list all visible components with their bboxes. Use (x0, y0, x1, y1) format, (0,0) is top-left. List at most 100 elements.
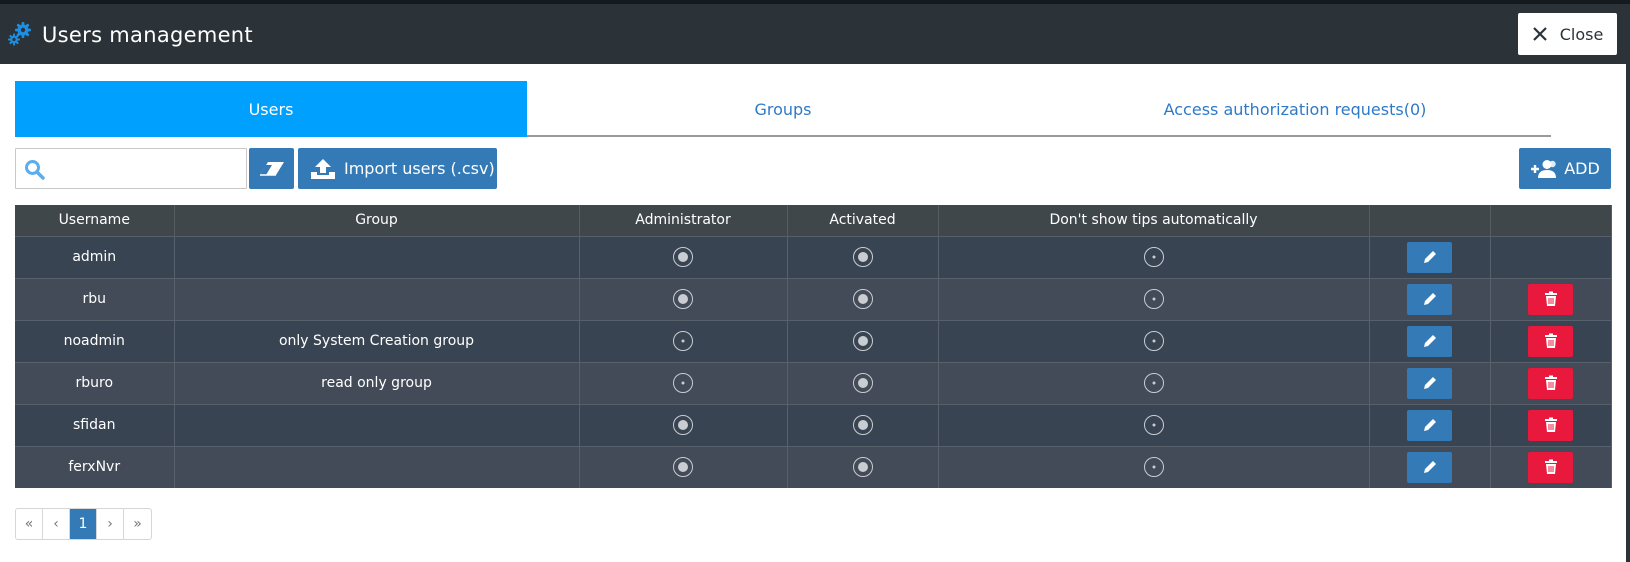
cell-administrator (579, 361, 788, 404)
activated-radio[interactable] (852, 415, 873, 435)
cell-group (174, 445, 580, 488)
edit-user-button[interactable] (1407, 451, 1452, 483)
administrator-radio[interactable] (673, 415, 693, 435)
radio-dot (678, 420, 688, 430)
radio-dot (1152, 381, 1155, 385)
gears-icon (8, 22, 31, 46)
activated-radio[interactable] (852, 331, 873, 351)
upload-icon (311, 158, 335, 179)
radio-dot (1152, 297, 1155, 301)
column-header-group[interactable]: Group (174, 205, 580, 236)
clear-search-button[interactable] (249, 148, 294, 189)
search-icon (25, 160, 45, 180)
search-input[interactable] (52, 155, 242, 183)
cell-activated (787, 445, 939, 488)
delete-user-button[interactable] (1528, 451, 1573, 483)
close-icon (1532, 27, 1547, 41)
cell-edit (1369, 235, 1491, 278)
table-row: sfidan (15, 403, 1612, 446)
edit-user-button[interactable] (1407, 283, 1452, 315)
radio-dot (857, 420, 868, 430)
page-1-button[interactable]: 1 (70, 509, 97, 539)
cell-username: ferxNvr (15, 445, 175, 488)
dont-show-tips-radio[interactable] (1143, 331, 1164, 351)
column-header-username[interactable]: Username (15, 205, 175, 236)
radio-dot (857, 462, 868, 473)
cell-delete (1490, 235, 1612, 278)
radio-dot (678, 462, 688, 473)
add-user-button[interactable]: ADD (1519, 148, 1611, 189)
tab-bar: Users Groups Access authorization reques… (15, 81, 1611, 137)
table-row: noadmin only System Creation group (15, 319, 1612, 362)
pagination: « ‹ 1 › » (15, 508, 152, 540)
pencil-icon (1423, 461, 1436, 474)
activated-radio[interactable] (852, 247, 873, 267)
users-management-modal: Users management Close Users Groups Acce… (0, 0, 1630, 562)
trash-icon (1544, 375, 1557, 390)
cell-delete (1490, 445, 1612, 488)
cell-administrator (579, 403, 788, 446)
delete-user-button[interactable] (1528, 409, 1573, 441)
cell-username: noadmin (15, 319, 175, 362)
cell-administrator (579, 319, 788, 362)
tab-groups[interactable]: Groups (527, 81, 1039, 137)
users-table: Username Group Administrator Activated D… (15, 205, 1612, 488)
cell-dont-show-tips (938, 319, 1370, 362)
edit-user-button[interactable] (1407, 367, 1452, 399)
cell-dont-show-tips (938, 235, 1370, 278)
activated-radio[interactable] (852, 457, 873, 478)
cell-activated (787, 235, 939, 278)
delete-user-button[interactable] (1528, 325, 1573, 357)
tab-users[interactable]: Users (15, 81, 527, 137)
administrator-radio[interactable] (673, 457, 693, 478)
column-header-activated[interactable]: Activated (787, 205, 939, 236)
cell-delete (1490, 403, 1612, 446)
cell-administrator (579, 277, 788, 320)
dont-show-tips-radio[interactable] (1143, 415, 1164, 435)
administrator-radio[interactable] (673, 289, 693, 309)
edit-user-button[interactable] (1407, 409, 1452, 441)
cell-edit (1369, 277, 1491, 320)
tab-label: Groups (754, 99, 812, 119)
cell-group: only System Creation group (174, 319, 580, 362)
next-page-button[interactable]: › (97, 509, 124, 539)
pencil-icon (1423, 335, 1436, 347)
tab-label: Users (248, 99, 294, 119)
trash-icon (1544, 291, 1557, 306)
activated-radio[interactable] (852, 289, 873, 309)
last-page-button[interactable]: » (124, 509, 151, 539)
prev-page-button[interactable]: ‹ (43, 509, 70, 539)
administrator-radio[interactable] (673, 373, 693, 393)
delete-user-button[interactable] (1528, 367, 1573, 399)
administrator-radio[interactable] (673, 331, 693, 351)
cell-edit (1369, 319, 1491, 362)
import-users-button[interactable]: Import users (.csv) (298, 148, 497, 189)
first-page-button[interactable]: « (16, 509, 43, 539)
edit-user-button[interactable] (1407, 325, 1452, 357)
cell-edit (1369, 361, 1491, 404)
activated-radio[interactable] (852, 373, 873, 393)
dont-show-tips-radio[interactable] (1143, 457, 1164, 478)
tab-access-requests[interactable]: Access authorization requests(0) (1039, 81, 1551, 137)
import-label: Import users (.csv) (344, 159, 495, 178)
cell-activated (787, 403, 939, 446)
tab-underline (527, 135, 1039, 137)
cell-group (174, 403, 580, 446)
cell-administrator (579, 235, 788, 278)
dont-show-tips-radio[interactable] (1143, 289, 1164, 309)
column-header-delete (1490, 205, 1612, 236)
cell-group (174, 235, 580, 278)
cell-activated (787, 319, 939, 362)
cell-username: sfidan (15, 403, 175, 446)
cell-dont-show-tips (938, 445, 1370, 488)
modal-header: Users management Close (0, 0, 1630, 64)
column-header-dont-show-tips[interactable]: Don't show tips automatically (938, 205, 1370, 236)
administrator-radio[interactable] (673, 247, 693, 267)
dont-show-tips-radio[interactable] (1143, 247, 1164, 267)
delete-user-button[interactable] (1528, 283, 1573, 315)
edit-user-button[interactable] (1407, 241, 1452, 273)
dont-show-tips-radio[interactable] (1143, 373, 1164, 393)
close-button[interactable]: Close (1518, 13, 1617, 55)
column-header-administrator[interactable]: Administrator (579, 205, 788, 236)
radio-dot (1152, 465, 1155, 469)
